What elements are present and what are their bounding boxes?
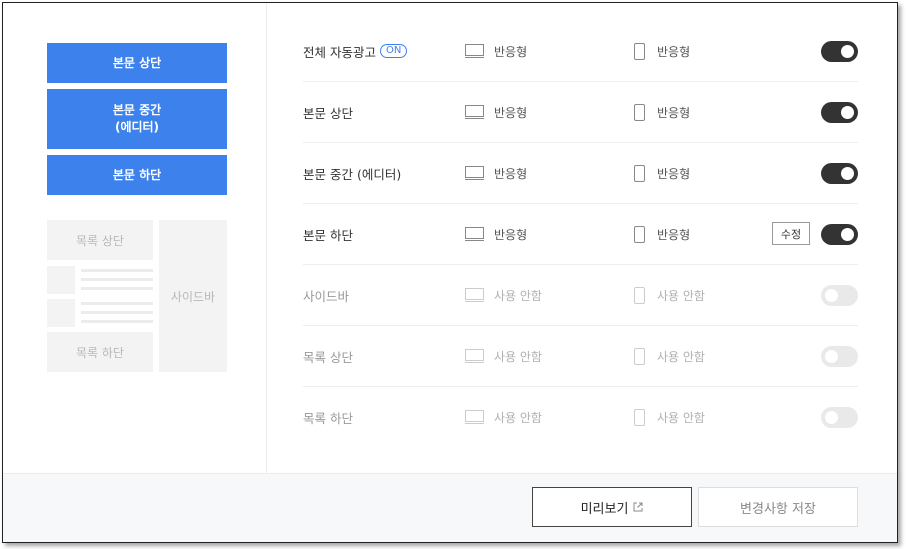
- ad-settings-window: 본문 상단 본문 중간 (에디터) 본문 하단 목록 상단 목록 하단 사이드바…: [2, 2, 898, 543]
- pc-setting-value: 사용 안함: [494, 288, 542, 303]
- list-thumbnail: [47, 299, 75, 327]
- mobile-setting-value: 반응형: [657, 227, 691, 242]
- pc-setting-value: 사용 안함: [494, 349, 542, 364]
- monitor-icon: [465, 348, 484, 364]
- setting-row-body-top: 본문 상단 반응형 반응형: [303, 82, 858, 143]
- body-top-toggle[interactable]: [821, 102, 858, 123]
- pc-setting[interactable]: 반응형: [465, 82, 527, 142]
- setting-row-body-bottom: 본문 하단 반응형 반응형 수정: [303, 204, 858, 265]
- mobile-setting-value: 사용 안함: [657, 288, 705, 303]
- list-line: [81, 269, 153, 272]
- setting-row-list-top: 목록 상단 사용 안함 사용 안함: [303, 326, 858, 387]
- edit-button[interactable]: 수정: [772, 222, 810, 245]
- position-body-bottom[interactable]: 본문 하단: [47, 155, 227, 195]
- mobile-setting[interactable]: 반응형: [634, 204, 690, 264]
- pc-setting[interactable]: 반응형: [465, 143, 527, 203]
- mobile-icon: [634, 409, 645, 426]
- mobile-setting-value: 반응형: [657, 44, 691, 59]
- setting-row-sidebar: 사이드바 사용 안함 사용 안함: [303, 265, 858, 326]
- mobile-icon: [634, 225, 645, 243]
- list-line: [81, 302, 153, 305]
- mobile-setting[interactable]: 사용 안함: [634, 265, 705, 325]
- pc-setting-value: 사용 안함: [494, 411, 542, 425]
- monitor-icon: [465, 410, 484, 425]
- mobile-setting-value: 반응형: [657, 105, 691, 120]
- mobile-setting[interactable]: 반응형: [634, 82, 690, 142]
- position-body-top[interactable]: 본문 상단: [47, 43, 227, 83]
- mobile-setting[interactable]: 사용 안함: [634, 326, 705, 386]
- position-sidebar: 사이드바: [159, 220, 227, 372]
- row-label: 목록 하단: [303, 411, 353, 426]
- sidebar-toggle[interactable]: [821, 285, 858, 306]
- monitor-icon: [465, 104, 484, 120]
- ad-settings-list: 전체 자동광고 ON 반응형 반응형 본문 상단 반응형 반응형 본문 중간 (…: [268, 3, 897, 473]
- pc-setting[interactable]: 사용 안함: [465, 387, 542, 448]
- mobile-icon: [634, 42, 645, 60]
- monitor-icon: [465, 43, 484, 59]
- ad-position-preview: 본문 상단 본문 중간 (에디터) 본문 하단 목록 상단 목록 하단 사이드바: [3, 3, 267, 473]
- setting-row-auto-ads: 전체 자동광고 ON 반응형 반응형: [303, 21, 858, 82]
- mobile-setting[interactable]: 사용 안함: [634, 387, 705, 448]
- mobile-setting-value: 사용 안함: [657, 411, 705, 425]
- pc-setting[interactable]: 반응형: [465, 204, 527, 264]
- on-badge: ON: [379, 44, 408, 58]
- row-label: 본문 상단: [303, 105, 353, 121]
- pc-setting-value: 반응형: [494, 105, 528, 120]
- mobile-icon: [634, 164, 645, 182]
- mobile-setting-value: 사용 안함: [657, 349, 705, 364]
- external-link-icon: [633, 502, 643, 512]
- pc-setting-value: 반응형: [494, 44, 528, 59]
- mobile-icon: [634, 103, 645, 121]
- setting-row-body-middle: 본문 중간 (에디터) 반응형 반응형: [303, 143, 858, 204]
- monitor-icon: [465, 226, 484, 242]
- mobile-setting-value: 반응형: [657, 166, 691, 181]
- mobile-setting[interactable]: 반응형: [634, 21, 690, 81]
- row-label: 전체 자동광고: [303, 44, 376, 60]
- pc-setting[interactable]: 사용 안함: [465, 326, 542, 386]
- mobile-setting[interactable]: 반응형: [634, 143, 690, 203]
- row-label: 목록 상단: [303, 349, 353, 365]
- position-body-middle[interactable]: 본문 중간 (에디터): [47, 89, 227, 149]
- list-bottom-toggle[interactable]: [821, 407, 858, 428]
- mobile-icon: [634, 347, 645, 365]
- monitor-icon: [465, 165, 484, 181]
- mobile-icon: [634, 286, 645, 304]
- preview-button[interactable]: 미리보기: [532, 487, 692, 527]
- row-label: 본문 중간 (에디터): [303, 166, 402, 182]
- row-label: 사이드바: [303, 288, 350, 304]
- list-line: [81, 311, 153, 314]
- footer-bar: 미리보기 변경사항 저장: [3, 473, 897, 542]
- setting-row-list-bottom: 목록 하단 사용 안함 사용 안함: [303, 387, 858, 448]
- list-thumbnail: [47, 266, 75, 294]
- list-line: [81, 320, 153, 323]
- row-label: 본문 하단: [303, 227, 353, 243]
- pc-setting[interactable]: 사용 안함: [465, 265, 542, 325]
- position-list-top: 목록 상단: [47, 220, 153, 260]
- list-top-toggle[interactable]: [821, 346, 858, 367]
- list-line: [81, 287, 153, 290]
- list-line: [81, 278, 153, 281]
- body-middle-toggle[interactable]: [821, 163, 858, 184]
- preview-button-label: 미리보기: [580, 501, 629, 517]
- save-changes-button[interactable]: 변경사항 저장: [698, 487, 858, 527]
- pc-setting-value: 반응형: [494, 166, 528, 181]
- pc-setting[interactable]: 반응형: [465, 21, 527, 81]
- monitor-icon: [465, 287, 484, 303]
- position-list-bottom: 목록 하단: [47, 332, 153, 372]
- body-bottom-toggle[interactable]: [821, 224, 858, 245]
- auto-ads-toggle[interactable]: [821, 41, 858, 62]
- pc-setting-value: 반응형: [494, 227, 528, 242]
